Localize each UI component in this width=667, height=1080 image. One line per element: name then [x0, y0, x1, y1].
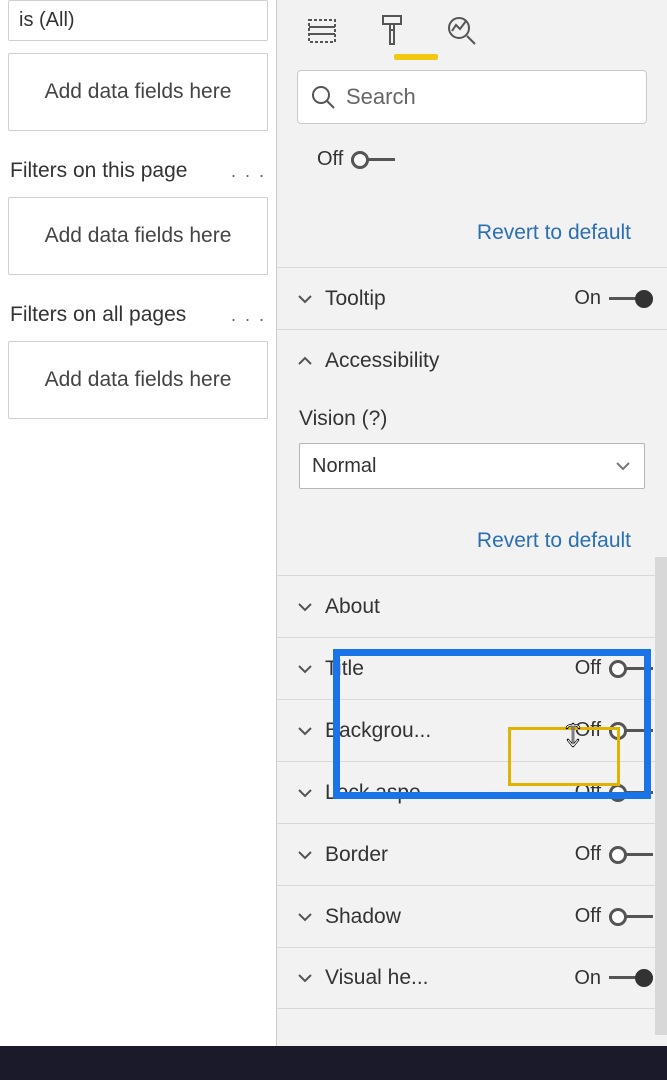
search-icon — [310, 84, 336, 110]
lock-aspect-toggle[interactable]: Off — [575, 781, 653, 804]
chevron-down-icon — [614, 457, 632, 475]
background-toggle[interactable]: Off — [575, 719, 653, 742]
visual-header-toggle[interactable]: On — [574, 967, 653, 990]
shadow-toggle[interactable]: Off — [575, 905, 653, 928]
active-tab-indicator — [394, 54, 438, 60]
more-icon[interactable]: . . . — [231, 161, 266, 182]
filters-panel: is (All) Add data fields here Filters on… — [0, 0, 277, 1080]
title-label: Title — [321, 657, 569, 681]
border-label: Border — [321, 843, 569, 867]
chevron-down-icon — [295, 289, 315, 309]
accessibility-label: Accessibility — [321, 349, 653, 373]
tooltip-label: Tooltip — [321, 287, 568, 311]
filters-page-heading: Filters on this page — [10, 159, 187, 183]
background-row[interactable]: Backgrou... Off — [277, 699, 667, 761]
filter-card-label: is (All) — [19, 9, 75, 31]
title-toggle[interactable]: Off — [575, 657, 653, 680]
dropzone-all[interactable]: Add data fields here — [8, 341, 268, 419]
accessibility-section: Vision (?) Normal — [277, 391, 667, 495]
vision-value: Normal — [312, 455, 376, 478]
bottom-bar — [0, 1046, 667, 1080]
scrollbar[interactable] — [655, 557, 667, 1035]
border-toggle[interactable]: Off — [575, 843, 653, 866]
lock-aspect-row[interactable]: Lock aspe... Off — [277, 761, 667, 823]
about-label: About — [321, 595, 653, 619]
fields-tab-icon[interactable] — [305, 14, 339, 48]
tooltip-toggle[interactable]: On — [574, 287, 653, 310]
border-row[interactable]: Border Off — [277, 823, 667, 885]
about-row[interactable]: About — [277, 575, 667, 637]
chevron-down-icon — [295, 907, 315, 927]
toggle-state: Off — [317, 148, 343, 171]
dropzone-page[interactable]: Add data fields here — [8, 197, 268, 275]
shadow-label: Shadow — [321, 905, 569, 929]
dropzone-label: Add data fields here — [45, 80, 232, 104]
unnamed-toggle[interactable]: Off — [317, 148, 667, 171]
search-input[interactable] — [346, 84, 634, 110]
shadow-row[interactable]: Shadow Off — [277, 885, 667, 947]
title-row[interactable]: Title Off — [277, 637, 667, 699]
dropzone-label: Add data fields here — [45, 368, 232, 392]
chevron-down-icon — [295, 783, 315, 803]
chevron-down-icon — [295, 721, 315, 741]
analytics-tab-icon[interactable] — [445, 14, 479, 48]
revert-link[interactable]: Revert to default — [277, 529, 667, 553]
chevron-down-icon — [295, 845, 315, 865]
tooltip-row[interactable]: Tooltip On — [277, 267, 667, 329]
vision-select[interactable]: Normal — [299, 443, 645, 489]
lock-aspect-label: Lock aspe... — [321, 781, 569, 805]
format-tab-icon[interactable] — [375, 14, 409, 48]
accessibility-row[interactable]: Accessibility — [277, 329, 667, 391]
switch-icon[interactable] — [351, 151, 395, 169]
format-panel: Off Revert to default Tooltip On Accessi… — [277, 0, 667, 1080]
chevron-down-icon — [295, 968, 315, 988]
filter-card[interactable]: is (All) — [8, 0, 268, 41]
visualization-tabs — [277, 0, 667, 48]
format-scroll-area: Off Revert to default Tooltip On Accessi… — [277, 130, 667, 1080]
chevron-down-icon — [295, 659, 315, 679]
visual-header-row[interactable]: Visual he... On — [277, 947, 667, 1009]
dropzone-visual[interactable]: Add data fields here — [8, 53, 268, 131]
chevron-up-icon — [295, 351, 315, 371]
more-icon[interactable]: . . . — [231, 305, 266, 326]
vision-label: Vision (?) — [299, 407, 645, 431]
visual-header-label: Visual he... — [321, 966, 568, 990]
chevron-down-icon — [295, 597, 315, 617]
revert-link[interactable]: Revert to default — [277, 221, 667, 245]
search-box[interactable] — [297, 70, 647, 124]
background-label: Backgrou... — [321, 719, 569, 743]
filters-all-heading: Filters on all pages — [10, 303, 186, 327]
dropzone-label: Add data fields here — [45, 224, 232, 248]
